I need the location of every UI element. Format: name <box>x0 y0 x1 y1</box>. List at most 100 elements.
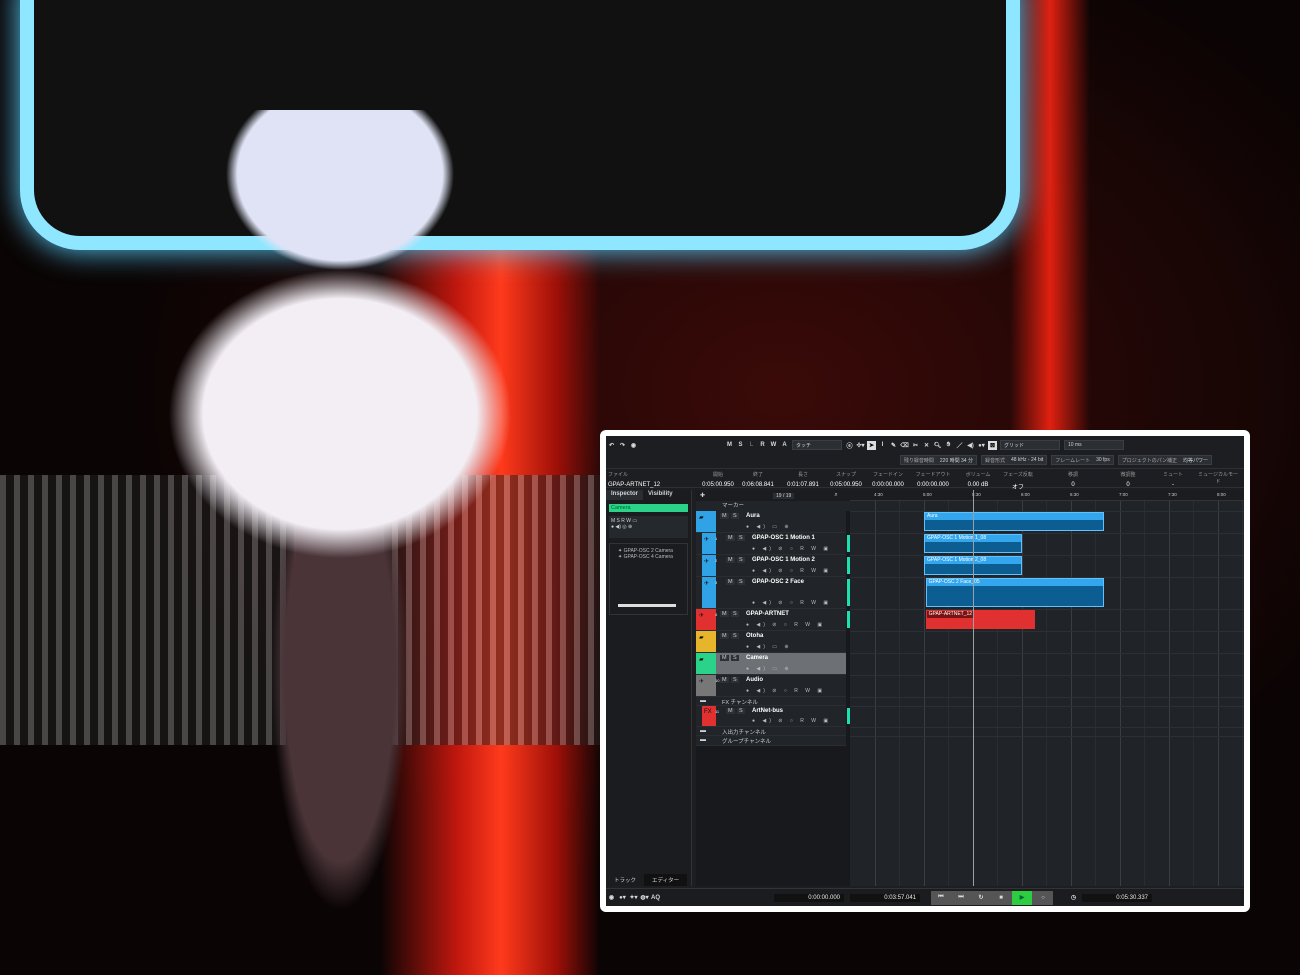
right-locator[interactable]: 0:03:57.041 <box>850 893 920 902</box>
track-solo-button[interactable]: S <box>731 655 739 661</box>
track-controls[interactable]: ● ◀) ⊘ ○ R W ▣ <box>746 622 825 628</box>
record-mode-icon[interactable]: ●▾ <box>618 893 627 902</box>
track-row[interactable]: ▰ M S Otoha ● ◀) ▭ ⊕ <box>696 631 846 653</box>
snap-toggle-icon[interactable]: ⊠ <box>988 440 997 450</box>
track-controls[interactable]: ● ◀) ⊘ ○ R W ▣ <box>752 718 831 724</box>
track-mute-button[interactable]: M <box>720 513 729 519</box>
stop-icon[interactable]: ■ <box>992 893 1010 902</box>
track-row[interactable]: ▰ M S Aura ● ◀) ▭ ⊕ <box>696 511 846 533</box>
info-field[interactable]: ファイル GPAP-ARTNET_12 <box>606 471 686 488</box>
track-solo-button[interactable]: S <box>737 557 745 563</box>
write-button[interactable]: W <box>769 441 778 450</box>
track-solo-button[interactable]: S <box>731 633 739 639</box>
line-tool-icon[interactable]: ／ <box>955 441 964 450</box>
cycle-icon[interactable]: ↻ <box>972 893 990 902</box>
track-solo-button[interactable]: S <box>737 579 745 585</box>
track-row[interactable]: ✈ 10 M S Audio ● ◀) ⊘ ○ R W ▣ <box>696 675 846 697</box>
track-row[interactable]: ✈ 4 M S GPAP-ARTNET ● ◀) ⊘ ○ R W ▣ <box>696 609 850 631</box>
inspector-scrollbar[interactable] <box>618 604 676 607</box>
info-field[interactable]: 終了 0:06:08.841 <box>736 471 780 488</box>
track-controls[interactable]: ● ◀) ⊘ ○ R W ▣ <box>752 568 831 574</box>
status-item[interactable]: 録音形式 48 kHz - 24 bit <box>980 455 1048 465</box>
record-icon[interactable]: ○ <box>1034 893 1052 902</box>
track-mute-button[interactable]: M <box>726 557 735 563</box>
track-row[interactable]: ▬ FX チャンネル <box>696 697 846 706</box>
track-mute-button[interactable]: M <box>726 535 735 541</box>
track-row[interactable]: ▰ M S Camera ● ◀) ▭ ⊕ <box>696 653 846 675</box>
track-solo-button[interactable]: S <box>731 677 739 683</box>
playhead-cursor[interactable] <box>973 490 974 886</box>
tab-inspector[interactable]: Inspector <box>606 490 644 500</box>
listen-button[interactable]: L <box>747 441 756 450</box>
inspector-item[interactable]: ✦ GPAP-OSC 4 Camera <box>618 554 679 560</box>
left-locator[interactable]: 0:00:00.000 <box>774 893 844 902</box>
track-solo-button[interactable]: S <box>737 708 745 714</box>
track-row[interactable]: ▬ 入出力チャンネル <box>696 727 846 736</box>
track-solo-button[interactable]: S <box>731 513 739 519</box>
info-field[interactable]: ミュート - <box>1151 471 1195 488</box>
track-controls[interactable]: ● ◀) ⊘ ○ R W ▣ <box>752 600 831 606</box>
zoom-tool-icon[interactable]: 🔍︎ <box>933 441 942 450</box>
track-mute-button[interactable]: M <box>726 579 735 585</box>
track-mute-button[interactable]: M <box>726 708 735 714</box>
track-mute-button[interactable]: M <box>720 611 729 617</box>
automation-button[interactable]: A <box>780 441 789 450</box>
status-item[interactable]: プロジェクトのパン補正 均等パワー <box>1117 455 1212 465</box>
aq-button[interactable]: AQ <box>651 893 660 902</box>
status-item[interactable]: フレームレート 30 fps <box>1051 455 1114 465</box>
tab-editor[interactable]: エディター <box>644 874 688 886</box>
marker-track[interactable]: マーカー <box>722 503 744 509</box>
color-icon[interactable]: ●▾ <box>977 441 986 450</box>
info-field[interactable]: フェードアウト 0:00:00.000 <box>911 471 955 488</box>
go-to-end-icon[interactable]: ⏭ <box>952 893 970 902</box>
play-icon[interactable]: ▶ <box>1012 890 1032 905</box>
track-solo-button[interactable]: S <box>731 611 739 617</box>
solo-button[interactable]: S <box>736 441 745 450</box>
redo-icon[interactable]: ↷ <box>618 441 627 450</box>
tab-visibility[interactable]: Visibility <box>643 490 678 500</box>
track-controls[interactable]: ● ◀) ⊘ ○ R W ▣ <box>752 546 831 552</box>
info-field[interactable]: 移調 0 <box>1051 471 1095 488</box>
track-solo-button[interactable]: S <box>737 535 745 541</box>
status-item[interactable]: 残り録音時間 220 時間 34 分 <box>899 455 977 465</box>
ruler[interactable]: 4:30 5:00 5:30 6:00 6:30 7:00 7:30 8:00 <box>850 490 1244 501</box>
event-clip[interactable]: GPAP-OSC 2 Face_05 <box>925 578 1104 607</box>
quantize-select[interactable]: 10 ms <box>1064 440 1124 450</box>
position-display[interactable]: 0:05:30.337 <box>1082 893 1152 902</box>
track-row[interactable]: ✈ 1 M S GPAP-OSC 1 Motion 1 ● ◀) ⊘ ○ R W ▣ <box>696 533 850 555</box>
settings-icon[interactable]: ◉ <box>607 893 616 902</box>
selected-track-header[interactable]: Camera <box>609 504 688 512</box>
track-row[interactable]: ✈ 2 M S GPAP-OSC 1 Motion 2 ● ◀) ⊘ ○ R W ▣ <box>696 555 850 577</box>
pencil-tool-icon[interactable]: ✎ <box>889 441 898 450</box>
automation-mode-select[interactable]: タッチ <box>792 440 842 450</box>
info-field[interactable]: フェーズ反転 オフ <box>996 471 1040 491</box>
track-mute-button[interactable]: M <box>720 633 729 639</box>
track-row[interactable]: ✈ 3 M S GPAP-OSC 2 Face ● ◀) ⊘ ○ R W ▣ <box>696 577 850 609</box>
track-controls[interactable]: ● ◀) ▭ ⊕ <box>746 666 792 672</box>
range-tool-icon[interactable]: I <box>878 441 887 450</box>
snap-type-select[interactable]: グリッド <box>1000 440 1060 450</box>
info-field[interactable]: 微調整 0 <box>1106 471 1150 488</box>
track-controls[interactable]: ● ◀) ▭ ⊕ <box>746 524 792 530</box>
eraser-tool-icon[interactable]: ⌫ <box>900 441 909 450</box>
info-field[interactable]: 開始 0:05:00.950 <box>696 471 740 488</box>
mute-button[interactable]: M <box>725 441 734 450</box>
track-controls[interactable]: ● ◀) ⊘ ○ R W ▣ <box>746 688 825 694</box>
activate-project-icon[interactable]: ◉ <box>629 441 638 450</box>
mute-tool-icon[interactable]: ✕ <box>922 441 931 450</box>
info-field[interactable]: 長さ 0:01:07.891 <box>781 471 825 488</box>
info-field[interactable]: スナップ 0:05:00.950 <box>824 471 868 488</box>
play-tool-icon[interactable]: ◀) <box>966 441 975 450</box>
split-tool-icon[interactable]: ✂ <box>911 441 920 450</box>
metronome-icon[interactable]: ◍▾ <box>640 893 649 902</box>
constrain-icon[interactable]: ⓔ <box>845 441 854 450</box>
event-clip[interactable]: Aura <box>924 512 1104 531</box>
hand-tool-icon[interactable]: ✋︎ <box>944 441 953 450</box>
track-controls[interactable]: ● ◀) ▭ ⊕ <box>746 644 792 650</box>
track-mute-button[interactable]: M <box>720 655 729 661</box>
punch-icon[interactable]: ✦▾ <box>629 893 638 902</box>
info-field[interactable]: ボリューム 0.00 dB <box>956 471 1000 488</box>
read-button[interactable]: R <box>758 441 767 450</box>
track-row[interactable]: FX 11 M S ArtNet-bus ● ◀) ⊘ ○ R W ▣ <box>696 706 850 727</box>
tab-track[interactable]: トラック <box>606 874 644 886</box>
